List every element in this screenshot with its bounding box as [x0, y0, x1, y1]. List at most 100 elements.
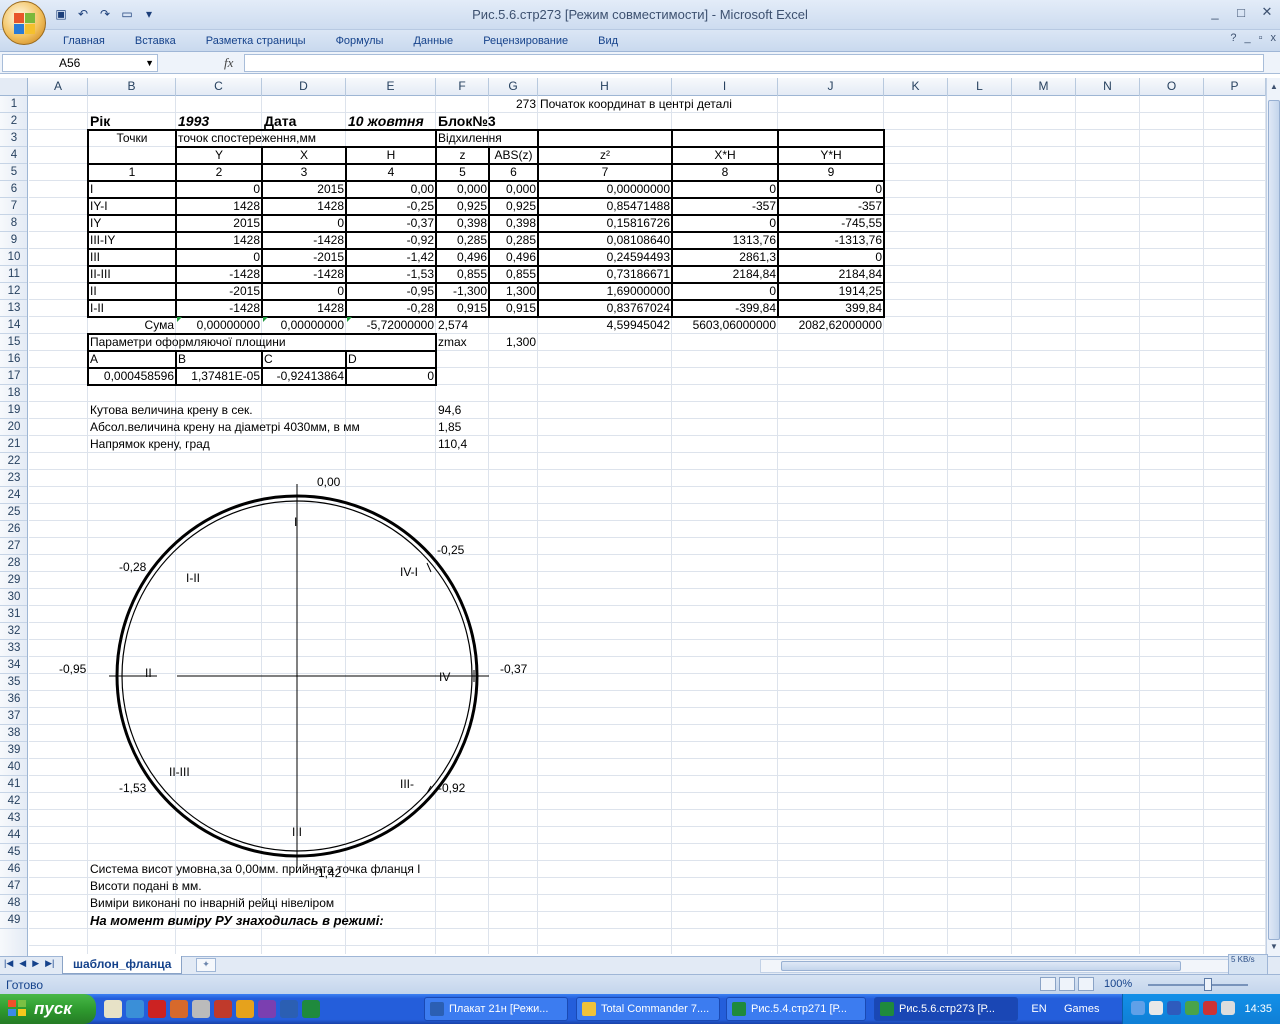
firefox-icon[interactable] — [170, 1000, 188, 1018]
tray-volume-icon[interactable] — [1221, 1001, 1235, 1015]
row-header-8[interactable]: 8 — [0, 215, 27, 232]
task-button-3[interactable]: Рис.5.4.стр271 [Р... — [726, 997, 866, 1021]
tab-formulas[interactable]: Формулы — [321, 33, 399, 51]
row-header-15[interactable]: 15 — [0, 334, 27, 351]
row-header-4[interactable]: 4 — [0, 147, 27, 164]
column-header-c[interactable]: C — [176, 78, 262, 96]
tray-icon-2[interactable] — [1149, 1001, 1163, 1015]
row-header-34[interactable]: 34 — [0, 657, 27, 674]
vertical-scrollbar[interactable]: ▲ ▼ — [1266, 78, 1280, 956]
row-header-22[interactable]: 22 — [0, 453, 27, 470]
tab-review[interactable]: Рецензирование — [468, 33, 583, 51]
row-header-2[interactable]: 2 — [0, 113, 27, 130]
select-all-corner[interactable] — [0, 78, 28, 96]
tab-page-layout[interactable]: Разметка страницы — [191, 33, 321, 51]
row-header-6[interactable]: 6 — [0, 181, 27, 198]
tray-icon-3[interactable] — [1185, 1001, 1199, 1015]
row-header-26[interactable]: 26 — [0, 521, 27, 538]
row-header-33[interactable]: 33 — [0, 640, 27, 657]
row-header-40[interactable]: 40 — [0, 759, 27, 776]
row-header-41[interactable]: 41 — [0, 776, 27, 793]
task-button-2[interactable]: Total Commander 7.... — [576, 997, 720, 1021]
close-button[interactable]: ✕ — [1254, 0, 1280, 24]
row-header-46[interactable]: 46 — [0, 861, 27, 878]
word-icon[interactable] — [280, 1000, 298, 1018]
column-header-k[interactable]: K — [884, 78, 948, 96]
app-icon[interactable] — [214, 1000, 232, 1018]
row-header-29[interactable]: 29 — [0, 572, 27, 589]
last-sheet-icon[interactable]: ▶| — [45, 958, 54, 969]
row-header-10[interactable]: 10 — [0, 249, 27, 266]
row-header-44[interactable]: 44 — [0, 827, 27, 844]
row-header-23[interactable]: 23 — [0, 470, 27, 487]
vertical-scroll-thumb[interactable] — [1268, 100, 1280, 940]
row-header-24[interactable]: 24 — [0, 487, 27, 504]
prev-sheet-icon[interactable]: ◀ — [19, 958, 26, 969]
tab-insert[interactable]: Вставка — [120, 33, 191, 51]
tool-icon[interactable] — [236, 1000, 254, 1018]
column-header-g[interactable]: G — [489, 78, 538, 96]
desktop-icon[interactable] — [104, 1000, 122, 1018]
row-header-25[interactable]: 25 — [0, 504, 27, 521]
insert-function-icon[interactable]: fx — [224, 55, 233, 71]
row-header-49[interactable]: 49 — [0, 912, 27, 929]
office-button[interactable] — [2, 1, 46, 45]
row-header-12[interactable]: 12 — [0, 283, 27, 300]
ie-icon[interactable] — [126, 1000, 144, 1018]
row-header-5[interactable]: 5 — [0, 164, 27, 181]
row-header-31[interactable]: 31 — [0, 606, 27, 623]
column-header-a[interactable]: A — [29, 78, 88, 96]
ribbon-minimize-icon[interactable]: _ — [1244, 32, 1250, 44]
tab-view[interactable]: Вид — [583, 33, 633, 51]
row-header-20[interactable]: 20 — [0, 419, 27, 436]
horizontal-scroll-thumb[interactable] — [781, 961, 1181, 971]
zoom-slider[interactable] — [1148, 984, 1248, 986]
row-header-1[interactable]: 1 — [0, 96, 27, 113]
column-header-o[interactable]: O — [1140, 78, 1204, 96]
row-header-43[interactable]: 43 — [0, 810, 27, 827]
row-header-3[interactable]: 3 — [0, 130, 27, 147]
row-header-7[interactable]: 7 — [0, 198, 27, 215]
worksheet-grid[interactable]: 273 Початок координат в центрі деталі Рік 1… — [29, 96, 1266, 954]
games-toolbar[interactable]: Games — [1064, 994, 1099, 1024]
row-header-35[interactable]: 35 — [0, 674, 27, 691]
tray-icon-4[interactable] — [1203, 1001, 1217, 1015]
maximize-button[interactable]: □ — [1228, 0, 1254, 24]
row-header-28[interactable]: 28 — [0, 555, 27, 572]
tray-icon-1[interactable] — [1131, 1001, 1145, 1015]
ribbon-restore-icon[interactable]: ▫ — [1259, 32, 1263, 44]
sheet-tab-active[interactable]: шаблон_фланца — [62, 956, 183, 974]
row-header-45[interactable]: 45 — [0, 844, 27, 861]
row-header-42[interactable]: 42 — [0, 793, 27, 810]
column-header-p[interactable]: P — [1204, 78, 1266, 96]
row-header-19[interactable]: 19 — [0, 402, 27, 419]
tab-data[interactable]: Данные — [398, 33, 468, 51]
name-box-dropdown-icon[interactable]: ▼ — [145, 55, 154, 71]
start-button[interactable]: пуск — [0, 994, 96, 1024]
ribbon-close-icon[interactable]: x — [1271, 32, 1277, 44]
close-app-icon[interactable] — [148, 1000, 166, 1018]
tray-shield-icon[interactable] — [1167, 1001, 1181, 1015]
next-sheet-icon[interactable]: ▶ — [32, 958, 39, 969]
row-header-30[interactable]: 30 — [0, 589, 27, 606]
row-header-27[interactable]: 27 — [0, 538, 27, 555]
column-header-i[interactable]: I — [672, 78, 778, 96]
row-header-13[interactable]: 13 — [0, 300, 27, 317]
zoom-slider-knob[interactable] — [1204, 978, 1212, 991]
column-header-n[interactable]: N — [1076, 78, 1140, 96]
column-header-e[interactable]: E — [346, 78, 436, 96]
horizontal-scrollbar[interactable] — [760, 959, 1260, 973]
row-header-36[interactable]: 36 — [0, 691, 27, 708]
row-header-14[interactable]: 14 — [0, 317, 27, 334]
formula-input[interactable] — [244, 54, 1264, 72]
page-layout-view-icon[interactable] — [1059, 977, 1075, 991]
column-header-d[interactable]: D — [262, 78, 346, 96]
row-header-17[interactable]: 17 — [0, 368, 27, 385]
row-header-37[interactable]: 37 — [0, 708, 27, 725]
media-icon[interactable] — [192, 1000, 210, 1018]
column-header-f[interactable]: F — [436, 78, 489, 96]
archive-icon[interactable] — [258, 1000, 276, 1018]
name-box[interactable]: A56 ▼ — [2, 54, 158, 72]
help-icon[interactable]: ? — [1230, 32, 1236, 44]
scroll-up-icon[interactable]: ▲ — [1268, 80, 1280, 94]
